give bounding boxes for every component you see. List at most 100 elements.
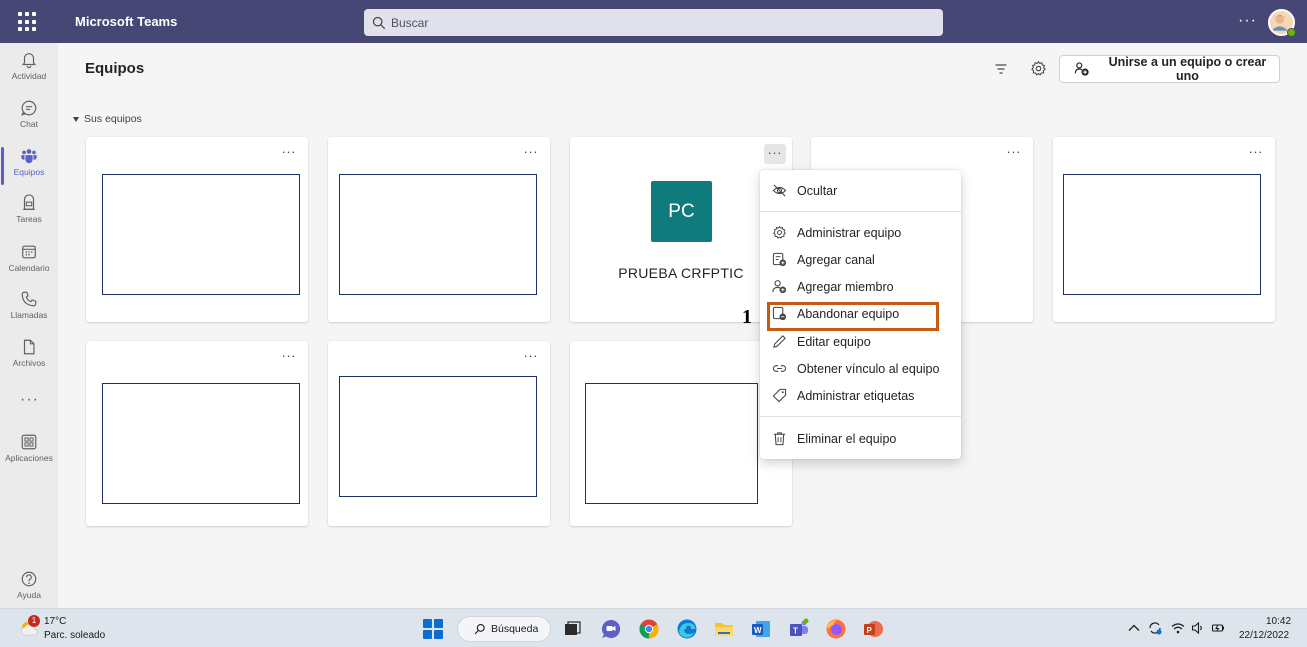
annotation-step-number: 1 [742,306,752,328]
help-icon [21,571,37,587]
menu-item-administrar-etiquetas[interactable]: Administrar etiquetas [760,382,961,409]
team-thumbnail [339,174,537,295]
menu-item-label: Eliminar el equipo [797,431,897,446]
team-thumbnail [102,383,300,504]
rail-label: Actividad [11,71,47,81]
team-card[interactable]: ··· [86,341,308,526]
rail-label: Aplicaciones [5,453,53,463]
firefox-icon[interactable] [825,618,847,640]
chrome-icon[interactable] [638,618,660,640]
menu-item-editar-equipo[interactable]: Editar equipo [760,328,961,355]
taskbar-search-label: Búsqueda [491,623,539,635]
menu-item-eliminar-equipo[interactable]: Eliminar el equipo [760,425,961,452]
rail-label: Chat [20,119,38,129]
teams-chat-icon[interactable] [600,618,622,640]
team-card[interactable]: ··· [1053,137,1275,322]
rail-item-actividad[interactable]: Actividad [0,51,58,97]
filter-icon[interactable] [993,61,1009,77]
rail-label: Equipos [13,167,45,177]
card-more-icon[interactable]: ··· [524,145,539,158]
edge-icon[interactable] [676,618,698,640]
rail-item-calendario[interactable]: Calendario [0,243,58,289]
rail-item-chat[interactable]: Chat [0,99,58,145]
trash-icon [773,432,786,446]
search-icon [474,623,485,635]
pencil-icon [773,335,786,348]
rail-item-tareas[interactable]: Tareas [0,194,58,240]
tag-icon [772,388,787,403]
menu-divider [760,416,961,417]
team-thumbnail [102,174,300,295]
team-card[interactable]: ··· [328,341,550,526]
team-name: PRUEBA CRFPTIC [618,265,744,281]
team-thumbnail [585,383,758,504]
rail-item-aplicaciones[interactable]: Aplicaciones [0,433,58,479]
team-card-prueba-crfptic[interactable]: ··· PC PRUEBA CRFPTIC [570,137,792,322]
bell-icon [21,53,37,69]
menu-item-ocultar[interactable]: Ocultar [760,177,961,204]
card-more-icon[interactable]: ··· [282,349,297,362]
more-options-icon[interactable]: ··· [1238,12,1257,30]
add-team-icon [1074,62,1089,76]
search-box[interactable] [364,9,943,36]
link-icon [772,365,787,372]
team-card[interactable]: ··· [86,137,308,322]
card-more-icon[interactable]: ··· [1249,145,1264,158]
page-title: Equipos [85,60,145,77]
search-icon [372,16,386,29]
gear-icon[interactable] [1030,60,1047,77]
more-apps-icon[interactable]: ··· [20,391,39,409]
svg-text:W: W [754,626,762,635]
join-or-create-team-button[interactable]: Unirse a un equipo o crear uno [1059,55,1280,83]
rail-item-llamadas[interactable]: Llamadas [0,290,58,336]
chevron-up-icon[interactable] [1127,621,1141,635]
gear-icon [772,225,787,239]
sync-icon[interactable] [1148,621,1162,635]
menu-item-label: Ocultar [797,183,838,198]
menu-item-label: Agregar miembro [797,279,894,294]
eye-off-icon [772,184,787,197]
taskbar-search[interactable]: Búsqueda [457,616,551,642]
menu-divider [760,211,961,212]
app-title: Microsoft Teams [75,14,178,29]
card-more-icon[interactable]: ··· [524,349,539,362]
rail-label: Calendario [8,263,50,273]
clock-date[interactable]: 22/12/2022 [1239,630,1289,641]
clock-time[interactable]: 10:42 [1266,616,1291,627]
team-card[interactable] [570,341,792,526]
rail-label: Ayuda [17,590,41,600]
wifi-icon[interactable] [1171,621,1185,635]
teams-icon [21,149,37,164]
card-more-icon[interactable]: ··· [1007,145,1022,158]
menu-item-label: Editar equipo [797,334,871,349]
menu-item-label: Agregar canal [797,252,875,267]
menu-item-obtener-vinculo[interactable]: Obtener vínculo al equipo [760,355,961,382]
search-input[interactable] [391,15,891,30]
weather-description: Parc. soleado [44,630,106,641]
task-view-icon[interactable] [561,618,583,640]
menu-item-administrar-equipo[interactable]: Administrar equipo [760,219,961,246]
section-toggle-your-teams[interactable]: Sus equipos [73,113,142,125]
menu-item-agregar-canal[interactable]: Agregar canal [760,246,961,273]
team-card[interactable]: ··· [328,137,550,322]
card-more-icon[interactable]: ··· [282,145,297,158]
team-avatar: PC [651,181,712,242]
windows-start-icon[interactable] [423,619,443,639]
file-explorer-icon[interactable] [713,618,735,640]
left-rail: Actividad Chat Equipos Tareas Calendario… [0,43,58,608]
card-more-icon[interactable]: ··· [763,144,786,164]
app-launcher-icon[interactable] [18,12,38,32]
windows-taskbar: 1 17°C Parc. soleado Búsqueda W T P 10:4… [0,608,1307,647]
word-icon[interactable]: W [750,618,772,640]
add-member-icon [772,280,787,294]
rail-item-archivos[interactable]: Archivos [0,338,58,384]
battery-icon[interactable] [1211,621,1225,635]
chat-icon [21,100,37,116]
volume-icon[interactable] [1191,621,1205,635]
powerpoint-icon[interactable]: P [862,618,884,640]
presence-badge [1287,28,1296,37]
teams-app-icon[interactable]: T [788,618,810,640]
menu-item-agregar-miembro[interactable]: Agregar miembro [760,273,961,300]
rail-item-equipos[interactable]: Equipos [0,147,58,193]
annotation-highlight-box [767,302,939,331]
